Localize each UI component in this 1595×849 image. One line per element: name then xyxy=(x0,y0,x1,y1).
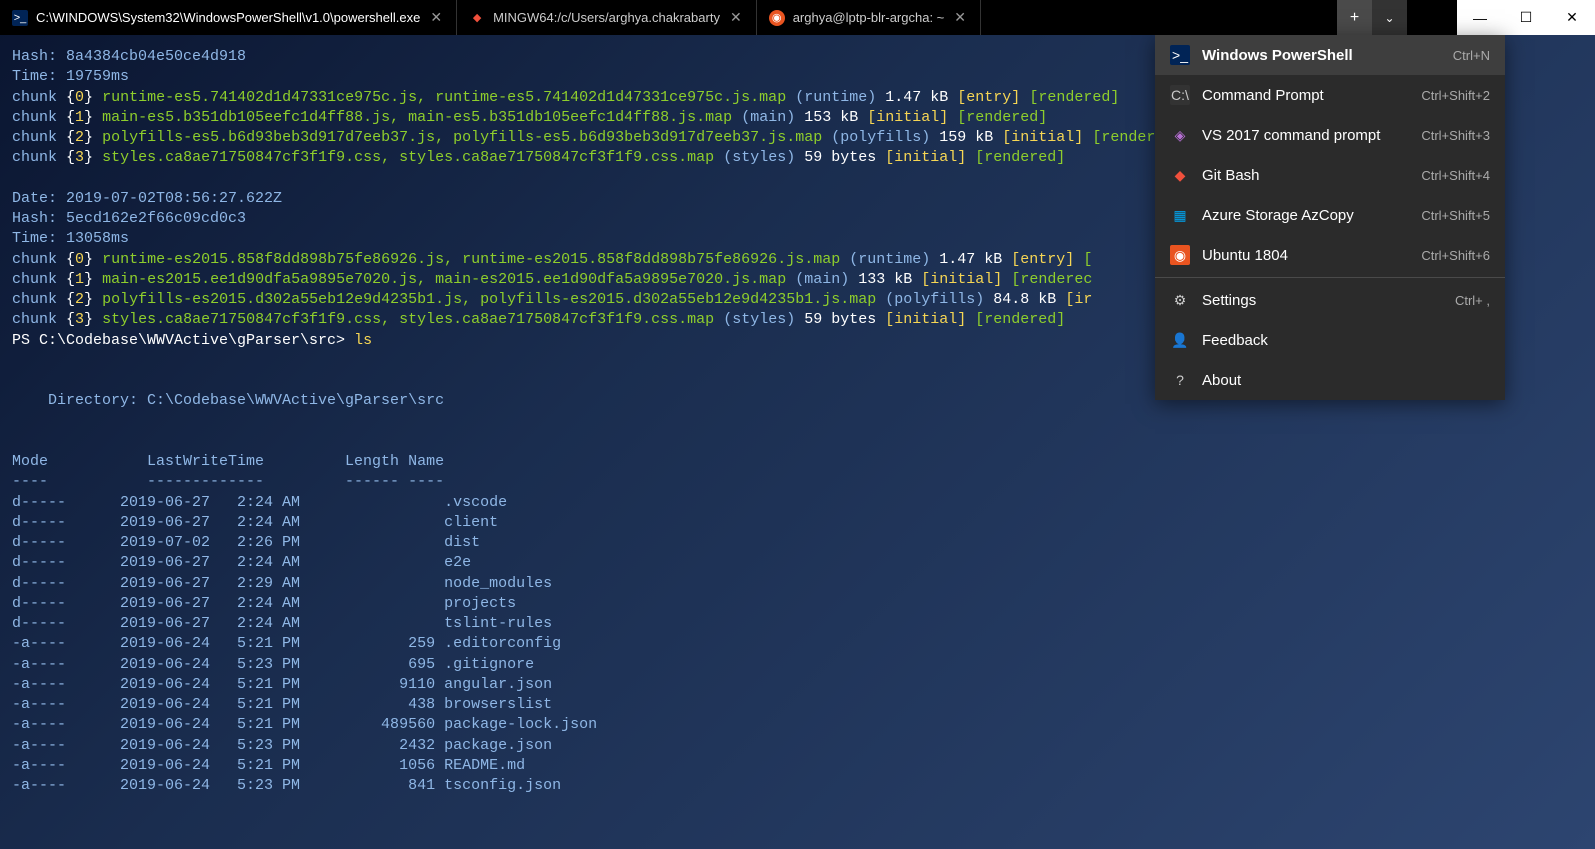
menu-item-gear[interactable]: ⚙ Settings Ctrl+ , xyxy=(1155,280,1505,320)
tab-powershell[interactable]: >_ C:\WINDOWS\System32\WindowsPowerShell… xyxy=(0,0,457,35)
menu-item-feedback[interactable]: 👤 Feedback xyxy=(1155,320,1505,360)
feedback-icon: 👤 xyxy=(1170,330,1190,350)
tab-ubuntu[interactable]: ◉ arghya@lptp-blr-argcha: ~ ✕ xyxy=(757,0,981,35)
menu-shortcut: Ctrl+Shift+5 xyxy=(1421,208,1490,223)
menu-label: Command Prompt xyxy=(1202,87,1409,104)
maximize-button[interactable]: ☐ xyxy=(1503,0,1549,35)
menu-label: Feedback xyxy=(1202,332,1478,349)
cmd-icon: C:\ xyxy=(1170,85,1190,105)
close-icon[interactable]: ✕ xyxy=(728,7,744,28)
close-icon[interactable]: ✕ xyxy=(428,7,444,28)
ubuntu-icon: ◉ xyxy=(1170,245,1190,265)
menu-label: Settings xyxy=(1202,292,1443,309)
menu-label: About xyxy=(1202,372,1478,389)
visualstudio-icon: ◈ xyxy=(1170,125,1190,145)
menu-item-git[interactable]: ◆ Git Bash Ctrl+Shift+4 xyxy=(1155,155,1505,195)
menu-label: Windows PowerShell xyxy=(1202,47,1441,64)
menu-label: VS 2017 command prompt xyxy=(1202,127,1409,144)
tab-strip: >_ C:\WINDOWS\System32\WindowsPowerShell… xyxy=(0,0,1337,35)
menu-shortcut: Ctrl+Shift+2 xyxy=(1421,88,1490,103)
menu-shortcut: Ctrl+Shift+4 xyxy=(1421,168,1490,183)
new-tab-button[interactable]: + xyxy=(1337,0,1372,35)
dropdown-button[interactable]: ⌄ xyxy=(1372,0,1407,35)
menu-item-azure[interactable]: ▦ Azure Storage AzCopy Ctrl+Shift+5 xyxy=(1155,195,1505,235)
menu-divider xyxy=(1155,277,1505,278)
menu-shortcut: Ctrl+ , xyxy=(1455,293,1490,308)
menu-shortcut: Ctrl+Shift+6 xyxy=(1421,248,1490,263)
window-controls: — ☐ ✕ xyxy=(1457,0,1595,35)
menu-item-cmd[interactable]: C:\ Command Prompt Ctrl+Shift+2 xyxy=(1155,75,1505,115)
gitbash-icon: ◆ xyxy=(1170,165,1190,185)
menu-item-ps[interactable]: >_ Windows PowerShell Ctrl+N xyxy=(1155,35,1505,75)
powershell-icon: >_ xyxy=(1170,45,1190,65)
menu-label: Ubuntu 1804 xyxy=(1202,247,1409,264)
tab-label: C:\WINDOWS\System32\WindowsPowerShell\v1… xyxy=(36,10,420,25)
menu-shortcut: Ctrl+N xyxy=(1453,48,1490,63)
menu-item-vs[interactable]: ◈ VS 2017 command prompt Ctrl+Shift+3 xyxy=(1155,115,1505,155)
tab-label: arghya@lptp-blr-argcha: ~ xyxy=(793,10,945,25)
titlebar: >_ C:\WINDOWS\System32\WindowsPowerShell… xyxy=(0,0,1595,35)
menu-item-about[interactable]: ? About xyxy=(1155,360,1505,400)
question-icon: ? xyxy=(1170,370,1190,390)
menu-shortcut: Ctrl+Shift+3 xyxy=(1421,128,1490,143)
menu-label: Git Bash xyxy=(1202,167,1409,184)
menu-label: Azure Storage AzCopy xyxy=(1202,207,1409,224)
gitbash-icon: ◆ xyxy=(469,10,485,26)
azure-icon: ▦ xyxy=(1170,205,1190,225)
close-icon[interactable]: ✕ xyxy=(952,7,968,28)
menu-item-ubuntu[interactable]: ◉ Ubuntu 1804 Ctrl+Shift+6 xyxy=(1155,235,1505,275)
ubuntu-icon: ◉ xyxy=(769,10,785,26)
titlebar-controls: + ⌄ — ☐ ✕ xyxy=(1337,0,1595,35)
minimize-button[interactable]: — xyxy=(1457,0,1503,35)
tab-label: MINGW64:/c/Users/arghya.chakrabarty xyxy=(493,10,720,25)
close-button[interactable]: ✕ xyxy=(1549,0,1595,35)
powershell-icon: >_ xyxy=(12,10,28,26)
tab-gitbash[interactable]: ◆ MINGW64:/c/Users/arghya.chakrabarty ✕ xyxy=(457,0,757,35)
new-tab-dropdown-menu: >_ Windows PowerShell Ctrl+N C:\ Command… xyxy=(1155,35,1505,400)
gear-icon: ⚙ xyxy=(1170,290,1190,310)
